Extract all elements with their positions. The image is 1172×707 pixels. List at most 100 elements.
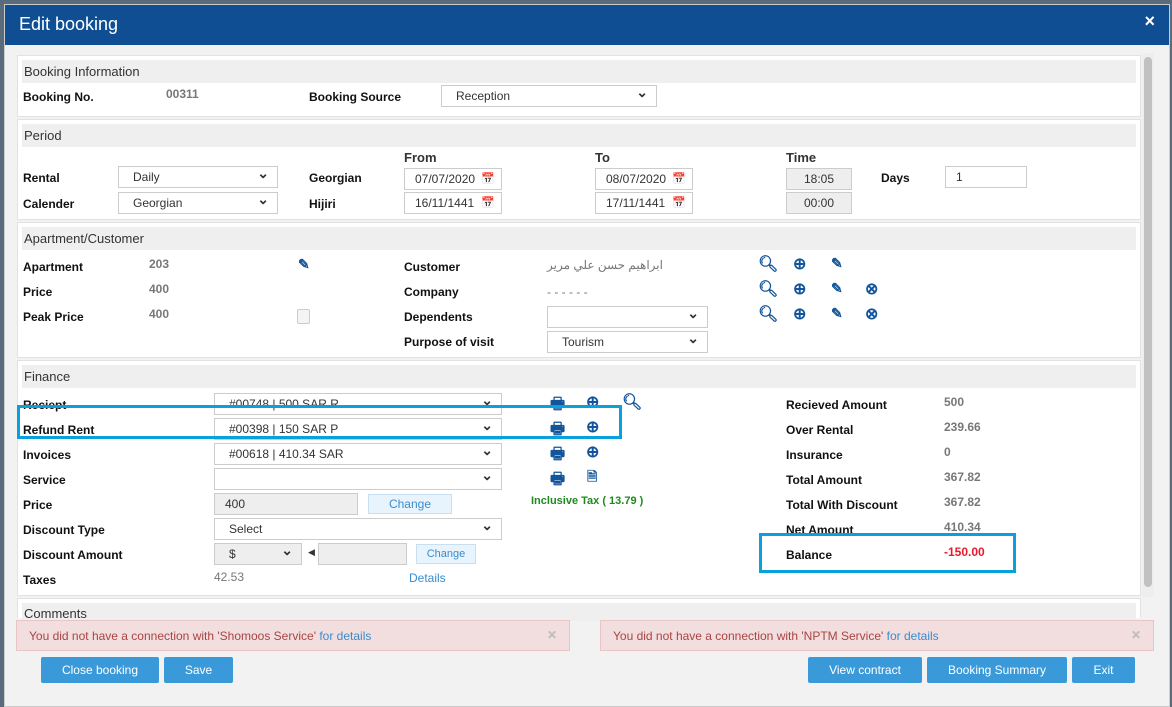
add-dependent-icon[interactable]: ⊕ [793, 304, 806, 324]
rental-select[interactable]: Daily [118, 166, 278, 188]
dialog-header: Edit booking × [5, 5, 1169, 45]
from-georgian-value: 07/07/2020 [415, 172, 476, 186]
service-select[interactable] [214, 468, 502, 490]
dependents-label: Dependents [404, 310, 473, 324]
dismiss-icon[interactable]: ✕ [1131, 628, 1141, 642]
alert-details-link[interactable]: for details [887, 629, 939, 643]
summary-value: 367.82 [944, 495, 981, 509]
service-document-search-icon[interactable]: 🗎 [587, 468, 597, 490]
time-label: Time [786, 150, 817, 165]
search-dependent-icon[interactable]: 🔍︎ [758, 304, 778, 324]
scrollbar-thumb[interactable] [1144, 57, 1152, 587]
caret-left-icon: ◀ [308, 547, 315, 557]
dismiss-icon[interactable]: ✕ [547, 628, 557, 642]
dependents-select[interactable] [547, 306, 708, 328]
add-invoice-icon[interactable]: ⊕ [586, 442, 599, 462]
from-hijiri-value: 16/11/1441 [415, 196, 475, 210]
summary-label: Recieved Amount [786, 398, 887, 412]
change-discount-button[interactable]: Change [416, 544, 476, 564]
change-price-button[interactable]: Change [368, 494, 452, 514]
currency-select[interactable]: $ [214, 543, 302, 565]
hijiri-label: Hijiri [309, 197, 336, 211]
customer-value: ابراهيم حسن علي مرير [547, 258, 663, 272]
price-label: Price [23, 285, 53, 299]
remove-company-icon[interactable]: ⊗ [865, 279, 878, 299]
add-customer-icon[interactable]: ⊕ [793, 254, 806, 274]
summary-label: Insurance [786, 448, 843, 462]
taxes-details-link[interactable]: Details [409, 571, 446, 585]
to-hijiri-date[interactable]: 17/11/1441 📅 [595, 192, 693, 214]
calendar-icon[interactable]: 📅 [481, 196, 495, 209]
edit-company-icon[interactable]: ✎ [831, 280, 843, 297]
days-input[interactable]: 1 [945, 166, 1027, 188]
invoices-label: Invoices [23, 448, 72, 462]
summary-value: 0 [944, 445, 951, 459]
service-label: Service [23, 473, 66, 487]
booking-summary-button[interactable]: Booking Summary [927, 657, 1067, 683]
price-input[interactable]: 400 [214, 493, 358, 515]
search-receipt-icon[interactable]: 🔍︎ [622, 392, 642, 412]
from-georgian-date[interactable]: 07/07/2020 📅 [404, 168, 502, 190]
scrollbar[interactable] [1142, 53, 1154, 597]
section-header: Comments [22, 603, 1136, 621]
close-booking-button[interactable]: Close booking [41, 657, 159, 683]
invoices-select[interactable]: #00618 | 410.34 SAR [214, 443, 502, 465]
to-georgian-date[interactable]: 08/07/2020 📅 [595, 168, 693, 190]
summary-value: 367.82 [944, 470, 981, 484]
balance-highlight [759, 533, 1016, 573]
edit-booking-dialog: Edit booking × Booking Information Booki… [4, 4, 1170, 707]
section-header: Apartment/Customer [22, 227, 1136, 250]
comments-section: Comments [17, 598, 1141, 621]
rental-label: Rental [23, 171, 60, 185]
purpose-select[interactable]: Tourism [547, 331, 708, 353]
price-value: 400 [149, 282, 170, 296]
view-contract-button[interactable]: View contract [808, 657, 922, 683]
company-value: - - - - - - [547, 285, 588, 299]
calendar-icon[interactable]: 📅 [672, 172, 686, 185]
remove-dependent-icon[interactable]: ⊗ [865, 304, 878, 324]
section-header: Booking Information [22, 60, 1136, 83]
calendar-icon[interactable]: 📅 [672, 196, 686, 209]
period-section: Period From To Time Rental Daily Calende… [17, 119, 1141, 220]
from-hijiri-date[interactable]: 16/11/1441 📅 [404, 192, 502, 214]
add-company-icon[interactable]: ⊕ [793, 279, 806, 299]
calendar-select[interactable]: Georgian [118, 192, 278, 214]
close-icon[interactable]: × [1144, 11, 1155, 32]
calendar-icon[interactable]: 📅 [481, 172, 495, 185]
edit-dependent-icon[interactable]: ✎ [831, 305, 843, 322]
discount-amount-input[interactable] [318, 543, 407, 565]
time-hijiri: 00:00 [786, 192, 852, 214]
to-georgian-value: 08/07/2020 [606, 172, 667, 186]
apartment-value: 203 [149, 257, 170, 271]
summary-label: Total With Discount [786, 498, 898, 512]
save-button[interactable]: Save [164, 657, 233, 683]
alert-details-link[interactable]: for details [319, 629, 371, 643]
summary-label: Over Rental [786, 423, 854, 437]
discount-type-select[interactable]: Select [214, 518, 502, 540]
summary-label: Total Amount [786, 473, 862, 487]
search-customer-icon[interactable]: 🔍︎ [758, 254, 778, 274]
customer-label: Customer [404, 260, 461, 274]
alert-text: You did not have a connection with 'Shom… [29, 629, 316, 643]
dialog-title: Edit booking [19, 14, 119, 34]
discount-amount-label: Discount Amount [23, 548, 123, 562]
peak-price-checkbox[interactable] [297, 309, 310, 324]
nptm-alert: You did not have a connection with 'NPTM… [600, 620, 1154, 651]
edit-customer-icon[interactable]: ✎ [831, 255, 843, 272]
booking-source-select[interactable]: Reception [441, 85, 657, 107]
to-label: To [595, 150, 610, 165]
exit-button[interactable]: Exit [1072, 657, 1135, 683]
print-service-icon[interactable]: 🖶 [550, 468, 565, 495]
print-invoice-icon[interactable]: 🖶 [550, 443, 565, 470]
edit-apartment-icon[interactable]: ✎ [298, 256, 310, 273]
discount-type-label: Discount Type [23, 523, 105, 537]
calendar-label: Calender [23, 197, 75, 211]
shomoos-alert: You did not have a connection with 'Shom… [16, 620, 570, 651]
search-company-icon[interactable]: 🔍︎ [758, 279, 778, 299]
peak-price-label: Peak Price [23, 310, 84, 324]
refund-rent-highlight [17, 405, 622, 439]
booking-no-label: Booking No. [23, 90, 94, 104]
purpose-label: Purpose of visit [404, 335, 495, 349]
section-header: Period [22, 124, 1136, 147]
summary-value: 239.66 [944, 420, 981, 434]
